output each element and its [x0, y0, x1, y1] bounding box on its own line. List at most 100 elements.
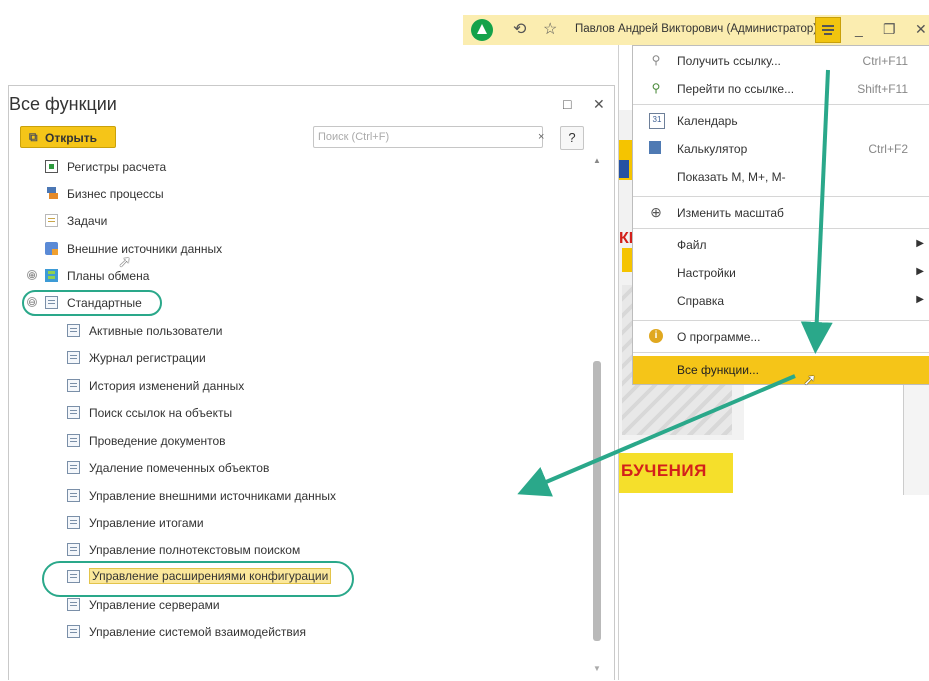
processing-icon: [67, 324, 80, 337]
mouse-cursor-icon: ➚: [118, 254, 132, 271]
tree-item-label: Бизнес процессы: [67, 187, 164, 201]
restore-icon[interactable]: ❐: [883, 21, 896, 38]
business-process-icon: [45, 187, 58, 200]
submenu-arrow-icon: ▶: [916, 238, 924, 249]
minimize-icon[interactable]: _: [855, 21, 863, 37]
scrollbar-thumb[interactable]: [593, 361, 601, 641]
menu-item-go-link[interactable]: ⚲ Перейти по ссылке... Shift+F11: [633, 76, 929, 102]
processing-icon: [67, 489, 80, 502]
menu-item-help[interactable]: Справка ▶: [633, 288, 929, 314]
app-logo-icon[interactable]: [471, 19, 493, 41]
menu-item-label: Справка: [677, 294, 725, 308]
mouse-cursor-icon: ➚: [803, 372, 817, 389]
menu-item-label: Файл: [677, 238, 707, 252]
menu-item-calendar[interactable]: 31 Календарь: [633, 108, 929, 134]
exchange-plan-icon: [45, 269, 58, 282]
processing-icon: [67, 351, 80, 364]
task-icon: [45, 214, 58, 227]
menu-icon: [822, 25, 834, 27]
menu-separator: [633, 320, 929, 321]
main-menu-dropdown: ⚲ Получить ссылку... Ctrl+F11 ⚲ Перейти …: [632, 45, 929, 385]
annotation-oval-standard: [22, 290, 162, 316]
menu-item-label: Калькулятор: [677, 142, 748, 156]
tree-item-label: История изменений данных: [89, 379, 245, 393]
tree-item-label: Планы обмена: [67, 269, 150, 283]
processing-icon: [67, 543, 80, 556]
menu-item-label: Все функции...: [677, 363, 759, 377]
close-icon[interactable]: ✕: [915, 21, 927, 38]
menu-icon-line: [822, 29, 834, 31]
menu-item-zoom[interactable]: ⊕ Изменить масштаб: [633, 200, 929, 226]
menu-separator: [633, 352, 929, 353]
annotation-oval-extensions: [42, 561, 354, 597]
menu-item-label: Настройки: [677, 266, 736, 280]
menu-item-get-link[interactable]: ⚲ Получить ссылку... Ctrl+F11: [633, 48, 929, 74]
tree-item-label: Удаление помеченных объектов: [89, 461, 270, 475]
top-bar: ⟲ ☆ Павлов Андрей Викторович (Администра…: [463, 15, 929, 45]
calculator-icon: [649, 141, 661, 154]
processing-icon: [67, 625, 80, 638]
tree-item-label: Внешние источники данных: [67, 242, 223, 256]
submenu-arrow-icon: ▶: [916, 266, 924, 277]
menu-item-about[interactable]: i О программе...: [633, 324, 929, 350]
window-title: Все функции: [9, 94, 117, 114]
menu-separator: [633, 104, 929, 105]
menu-item-show-memory[interactable]: Показать М, М+, М-: [633, 164, 929, 190]
menu-separator: [633, 196, 929, 197]
menu-item-all-functions[interactable]: Все функции...: [633, 356, 929, 384]
processing-icon: [67, 516, 80, 529]
external-source-icon: [45, 242, 58, 255]
menu-item-label: Получить ссылку...: [677, 54, 781, 68]
scroll-up-icon[interactable]: ▲: [593, 156, 601, 165]
menu-item-label: Показать М, М+, М-: [677, 170, 786, 184]
menu-item-label: О программе...: [677, 330, 761, 344]
processing-icon: [67, 434, 80, 447]
expand-icon[interactable]: ⊕: [27, 270, 37, 280]
processing-icon: [67, 406, 80, 419]
menu-item-file[interactable]: Файл ▶: [633, 232, 929, 258]
go-link-icon: ⚲: [651, 81, 661, 95]
tree-item-label: Проведение документов: [89, 434, 226, 448]
background-banner-text: БУЧЕНИЯ: [621, 461, 707, 480]
clear-search-icon[interactable]: ×: [538, 131, 544, 143]
star-icon[interactable]: ☆: [543, 19, 557, 39]
menu-item-shortcut: Ctrl+F11: [862, 54, 908, 68]
tree-item-label: Управление полнотекстовым поиском: [89, 543, 301, 557]
main-menu-button[interactable]: [815, 17, 841, 43]
tree-item-label: Управление системой взаимодействия: [89, 625, 306, 639]
tree-item-label: Регистры расчета: [67, 160, 167, 174]
scroll-down-icon[interactable]: ▼: [593, 664, 601, 673]
menu-item-calculator[interactable]: Калькулятор Ctrl+F2: [633, 136, 929, 162]
open-button-label: Открыть: [45, 131, 98, 145]
background-column: [903, 385, 929, 495]
close-icon[interactable]: ✕: [593, 96, 605, 113]
tree-item-label: Управление серверами: [89, 598, 220, 612]
calendar-icon: 31: [649, 113, 665, 129]
menu-item-settings[interactable]: Настройки ▶: [633, 260, 929, 286]
menu-separator: [633, 228, 929, 229]
help-button[interactable]: ?: [560, 126, 584, 150]
info-icon: i: [649, 329, 663, 343]
menu-item-label: Календарь: [677, 114, 738, 128]
menu-item-shortcut: Ctrl+F2: [868, 142, 908, 156]
tree-item-label: Управление внешними источниками данных: [89, 489, 337, 503]
functions-tree: Регистры расчета Бизнес процессы Задачи …: [9, 154, 599, 681]
menu-item-label: Перейти по ссылке...: [677, 82, 795, 96]
processing-icon: [67, 598, 80, 611]
tree-item-label: Журнал регистрации: [89, 351, 206, 365]
processing-icon: [67, 379, 80, 392]
history-icon[interactable]: ⟲: [513, 19, 526, 39]
register-icon: [45, 160, 58, 173]
open-icon: ⧉: [29, 130, 38, 144]
link-icon: ⚲: [651, 53, 661, 67]
user-name[interactable]: Павлов Андрей Викторович (Администратор): [575, 23, 817, 35]
search-input[interactable]: [313, 126, 543, 148]
background-decoration: [619, 160, 629, 178]
tree-scrollbar[interactable]: ▲ ▼: [592, 156, 602, 676]
zoom-icon: ⊕: [650, 204, 662, 220]
open-button[interactable]: ⧉ Открыть: [20, 126, 116, 148]
menu-item-shortcut: Shift+F11: [857, 82, 908, 96]
background-banner: БУЧЕНИЯ: [619, 453, 733, 493]
tree-item-label: Активные пользователи: [89, 324, 223, 338]
restore-icon[interactable]: □: [563, 96, 571, 112]
